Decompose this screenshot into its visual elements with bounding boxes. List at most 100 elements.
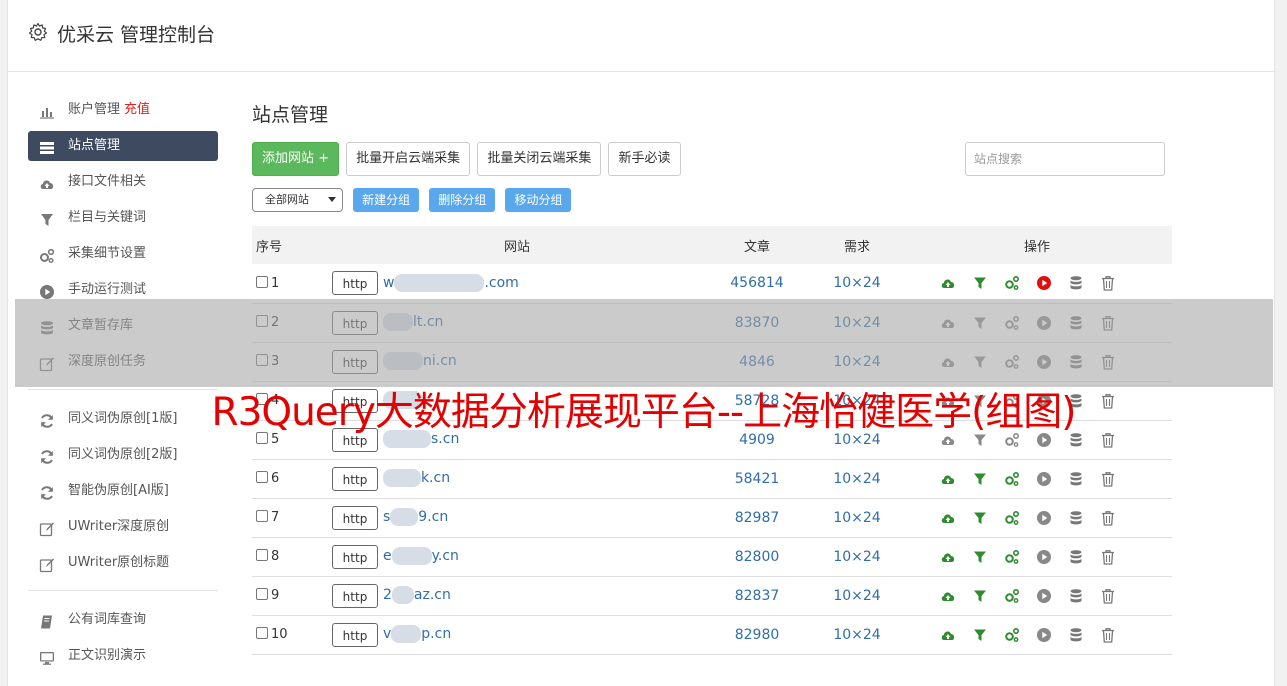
- demand-value[interactable]: 10×24: [812, 576, 902, 615]
- site-cell: http k.cn: [332, 459, 702, 498]
- site-domain-link[interactable]: k.cn: [383, 469, 450, 487]
- disable-cloud-button[interactable]: 批量关闭云端采集: [477, 142, 602, 176]
- trash-icon[interactable]: [1100, 510, 1116, 526]
- gears-icon[interactable]: [1004, 588, 1020, 604]
- row-checkbox[interactable]: [256, 627, 268, 639]
- gears-icon[interactable]: [1004, 471, 1020, 487]
- demand-value[interactable]: 10×24: [812, 615, 902, 654]
- sidebar-item-g2-1[interactable]: 同义词伪原创[2版]: [28, 440, 218, 470]
- domain-prefix: 2: [383, 587, 392, 603]
- article-count[interactable]: 82837: [702, 576, 812, 615]
- database-icon[interactable]: [1068, 588, 1084, 604]
- filter-icon[interactable]: [972, 627, 988, 643]
- add-site-button[interactable]: 添加网站 +: [252, 142, 340, 176]
- delete-group-button[interactable]: 删除分组: [429, 188, 496, 212]
- play-circle-icon[interactable]: [1036, 549, 1052, 565]
- sidebar-item-0[interactable]: 账户管理 充值: [28, 95, 218, 125]
- row-checkbox[interactable]: [256, 549, 268, 561]
- refresh-icon: [39, 447, 55, 464]
- demand-value[interactable]: 10×24: [812, 537, 902, 576]
- gears-icon[interactable]: [1004, 510, 1020, 526]
- cloud-upload-icon[interactable]: [940, 471, 956, 487]
- enable-cloud-button[interactable]: 批量开启云端采集: [346, 142, 471, 176]
- article-count[interactable]: 456814: [702, 264, 812, 303]
- filter-icon[interactable]: [972, 510, 988, 526]
- play-circle-icon[interactable]: [1036, 471, 1052, 487]
- database-icon[interactable]: [1068, 275, 1084, 291]
- demand-value[interactable]: 10×24: [812, 498, 902, 537]
- redacted-blur: [394, 273, 485, 292]
- filter-icon[interactable]: [972, 588, 988, 604]
- demand-value[interactable]: 10×24: [812, 264, 902, 303]
- sidebar-item-label: 同义词伪原创[2版]: [68, 447, 178, 462]
- article-count[interactable]: 58421: [702, 459, 812, 498]
- new-group-button[interactable]: 新建分组: [353, 188, 420, 212]
- gears-icon[interactable]: [1004, 627, 1020, 643]
- trash-icon[interactable]: [1100, 549, 1116, 565]
- site-cell: http w .com: [332, 264, 702, 303]
- play-circle-icon[interactable]: [1036, 588, 1052, 604]
- play-circle-icon[interactable]: [1036, 510, 1052, 526]
- gears-icon[interactable]: [1004, 549, 1020, 565]
- table-row: 7 http s 9.cn 82987 10×24: [252, 498, 1172, 537]
- sidebar-item-3[interactable]: 栏目与关键词: [28, 203, 218, 233]
- table-row: 1 http w .com 456814 10×24: [252, 264, 1172, 303]
- domain-suffix: p.cn: [421, 626, 452, 642]
- sidebar-item-g2-4[interactable]: UWriter原创标题: [28, 548, 218, 578]
- trash-icon[interactable]: [1100, 627, 1116, 643]
- sidebar-item-g2-3[interactable]: UWriter深度原创: [28, 512, 218, 542]
- sidebar-item-g2-2[interactable]: 智能伪原创[AI版]: [28, 476, 218, 506]
- site-domain-link[interactable]: e y.cn: [383, 547, 459, 565]
- page-title: 站点管理: [252, 104, 329, 126]
- database-icon[interactable]: [1068, 549, 1084, 565]
- trash-icon[interactable]: [1100, 471, 1116, 487]
- cloud-upload-icon[interactable]: [940, 510, 956, 526]
- trash-icon[interactable]: [1100, 275, 1116, 291]
- site-search-input[interactable]: 站点搜索: [965, 142, 1165, 176]
- guide-button[interactable]: 新手必读: [608, 142, 681, 176]
- cloud-upload-icon[interactable]: [940, 275, 956, 291]
- site-domain-link[interactable]: s 9.cn: [383, 508, 448, 526]
- row-checkbox[interactable]: [256, 510, 268, 522]
- table-header: 序号 网站 文章 需求 操作: [252, 226, 1172, 264]
- redacted-blur: [391, 586, 414, 604]
- play-circle-icon[interactable]: [1036, 275, 1052, 291]
- operations-cell: [902, 537, 1172, 576]
- gears-icon[interactable]: [1004, 275, 1020, 291]
- site-domain-link[interactable]: v p.cn: [383, 625, 452, 643]
- article-count[interactable]: 82987: [702, 498, 812, 537]
- sidebar-item-4[interactable]: 采集细节设置: [28, 239, 218, 269]
- recharge-link[interactable]: 充值: [124, 102, 150, 117]
- cloud-upload-icon[interactable]: [940, 627, 956, 643]
- trash-icon[interactable]: [1100, 588, 1116, 604]
- article-count[interactable]: 82980: [702, 615, 812, 654]
- database-icon[interactable]: [1068, 471, 1084, 487]
- filter-icon[interactable]: [972, 275, 988, 291]
- header-articles: 文章: [743, 239, 770, 255]
- row-checkbox[interactable]: [256, 588, 268, 600]
- cloud-upload-icon[interactable]: [940, 549, 956, 565]
- group-select[interactable]: 全部网站: [252, 188, 343, 212]
- gear-icon: [28, 22, 48, 41]
- filter-icon[interactable]: [972, 549, 988, 565]
- play-circle-icon[interactable]: [1036, 627, 1052, 643]
- site-domain-link[interactable]: w .com: [383, 273, 519, 292]
- server-list-icon: [39, 138, 55, 154]
- demand-value[interactable]: 10×24: [812, 459, 902, 498]
- database-icon[interactable]: [1068, 627, 1084, 643]
- filter-icon[interactable]: [972, 471, 988, 487]
- article-count[interactable]: 82800: [702, 537, 812, 576]
- row-checkbox[interactable]: [256, 275, 268, 288]
- site-domain-link[interactable]: 2 az.cn: [383, 586, 451, 604]
- move-group-button[interactable]: 移动分组: [505, 188, 572, 212]
- row-checkbox[interactable]: [256, 471, 268, 483]
- sidebar-item-2[interactable]: 接口文件相关: [28, 167, 218, 197]
- sidebar-item-g3-1[interactable]: 正文识别演示: [28, 641, 218, 671]
- row-number-cell: 9: [252, 576, 332, 615]
- row-number: 1: [271, 275, 280, 291]
- cloud-upload-icon[interactable]: [940, 588, 956, 604]
- domain-suffix: .com: [484, 274, 519, 291]
- sidebar-item-g3-0[interactable]: 公有词库查询: [28, 605, 218, 635]
- sidebar-item-1[interactable]: 站点管理: [28, 131, 218, 161]
- database-icon[interactable]: [1068, 510, 1084, 526]
